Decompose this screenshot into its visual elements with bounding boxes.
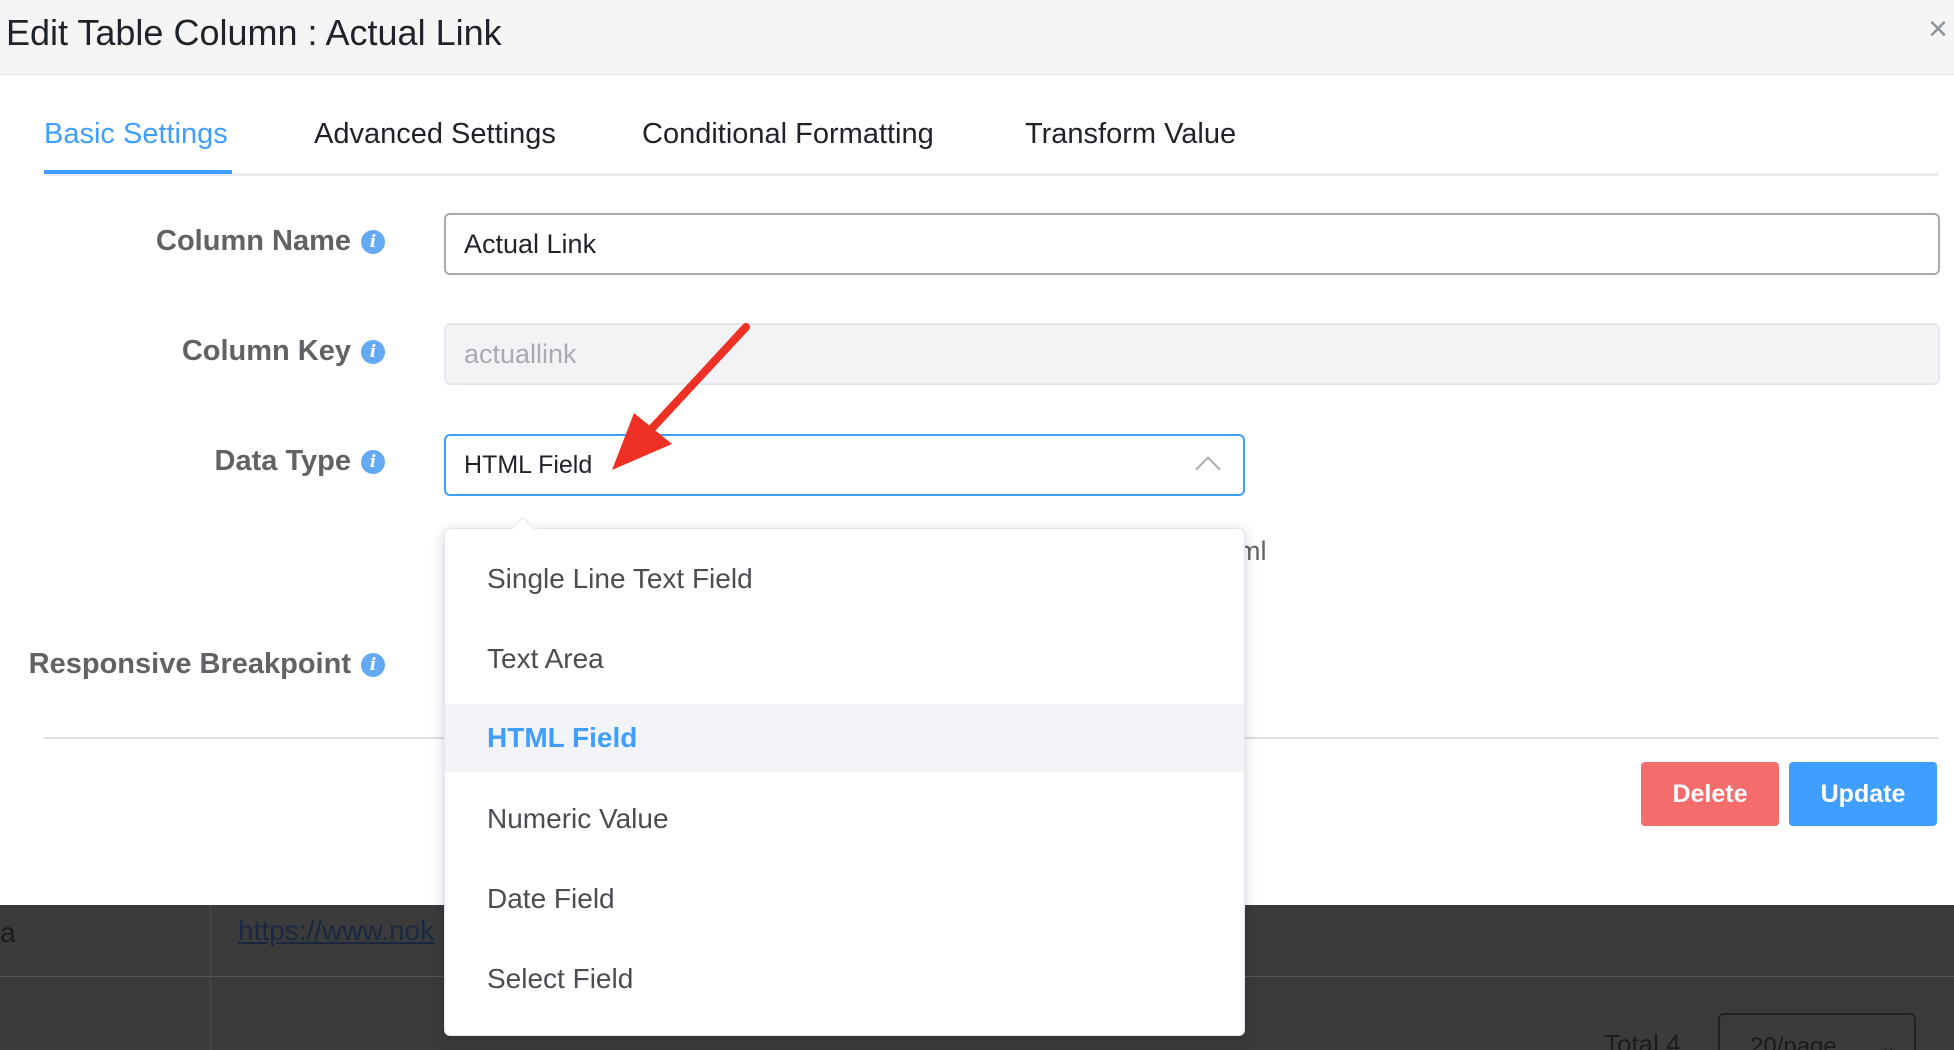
pagination-total: Total 4: [1604, 1029, 1681, 1050]
update-button[interactable]: Update: [1789, 762, 1937, 826]
column-divider: [210, 905, 211, 1050]
active-tab-indicator: [44, 170, 232, 174]
tab-advanced-settings[interactable]: Advanced Settings: [314, 118, 556, 151]
tab-conditional-formatting[interactable]: Conditional Formatting: [642, 118, 934, 151]
table-link[interactable]: https://www.nok: [238, 915, 448, 947]
info-icon[interactable]: i: [361, 449, 385, 474]
chevron-down-icon: ⌄: [1880, 1037, 1896, 1050]
info-icon[interactable]: i: [361, 652, 385, 677]
data-type-label-text: Data Type: [214, 445, 351, 477]
modal-header: Edit Table Column : Actual Link ×: [0, 0, 1954, 75]
option-date-field[interactable]: Date Field: [445, 865, 1244, 933]
tab-transform-value[interactable]: Transform Value: [1025, 118, 1236, 151]
delete-button[interactable]: Delete: [1641, 762, 1779, 826]
column-name-label: Column Name i: [156, 225, 385, 258]
column-key-label-text: Column Key: [181, 335, 351, 367]
page-size-value: 20/page: [1750, 1033, 1837, 1050]
column-name-value: Actual Link: [464, 228, 597, 259]
option-select-field[interactable]: Select Field: [445, 945, 1244, 1013]
modal-title: Edit Table Column : Actual Link: [6, 12, 502, 53]
responsive-breakpoint-label-text: Responsive Breakpoint: [28, 648, 351, 680]
page-size-select[interactable]: 20/page ⌄: [1718, 1013, 1916, 1050]
option-text-area[interactable]: Text Area: [445, 625, 1244, 693]
data-type-value: HTML Field: [464, 450, 593, 479]
column-key-label: Column Key i: [182, 335, 385, 368]
data-type-select[interactable]: HTML Field: [444, 434, 1245, 496]
column-name-input[interactable]: Actual Link: [444, 213, 1940, 275]
column-name-label-text: Column Name: [156, 225, 351, 257]
responsive-breakpoint-label: Responsive Breakpoint i: [29, 648, 385, 681]
data-type-label: Data Type i: [215, 445, 385, 478]
close-icon[interactable]: ×: [1928, 10, 1948, 49]
table-cell: a: [0, 917, 16, 948]
column-key-input: actuallink: [444, 323, 1940, 385]
chevron-up-icon: [1195, 456, 1221, 482]
column-key-placeholder: actuallink: [464, 338, 577, 369]
tab-basic-settings[interactable]: Basic Settings: [44, 118, 228, 151]
option-single-line-text-field[interactable]: Single Line Text Field: [445, 545, 1244, 613]
option-numeric-value[interactable]: Numeric Value: [445, 785, 1244, 853]
settings-tabs: Basic Settings Advanced Settings Conditi…: [44, 100, 1938, 176]
info-icon[interactable]: i: [361, 229, 385, 254]
info-icon[interactable]: i: [361, 339, 385, 364]
option-html-field[interactable]: HTML Field: [445, 704, 1244, 772]
data-type-dropdown: Single Line Text Field Text Area HTML Fi…: [444, 516, 1245, 1036]
